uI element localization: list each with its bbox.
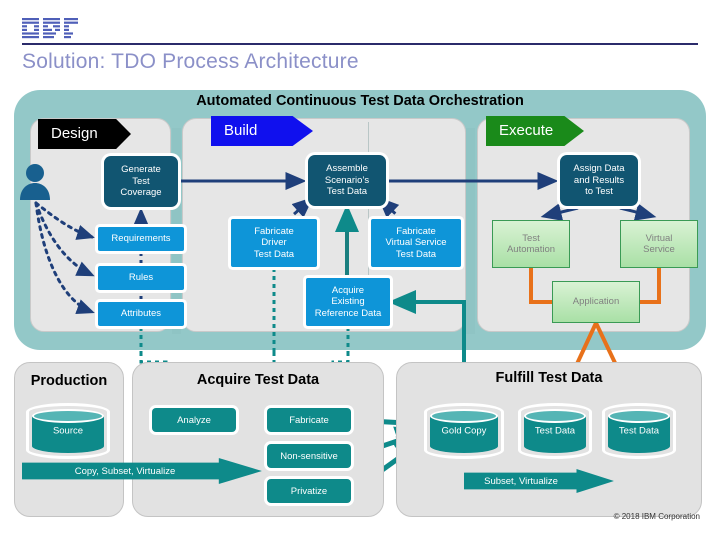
- phase-chevron-design[interactable]: Design: [38, 119, 131, 149]
- line: Test: [132, 175, 150, 187]
- line: Virtual Service: [385, 237, 447, 249]
- node-assemble-scenarios-test-data[interactable]: Assemble Scenario’s Test Data: [308, 155, 386, 206]
- cylinder-label: Source: [52, 425, 84, 437]
- ibm-logo: [22, 18, 78, 40]
- line: Service: [643, 244, 675, 255]
- database-test-data-cylinder-1[interactable]: Test Data: [524, 409, 586, 453]
- acquire-title: Acquire Test Data: [196, 372, 320, 388]
- header-divider: [22, 43, 698, 45]
- line: Coverage: [120, 187, 162, 199]
- line: Acquire: [331, 284, 365, 296]
- line: Test Data: [253, 248, 295, 260]
- user-persona-icon: [18, 162, 52, 202]
- node-rules[interactable]: Rules: [98, 266, 184, 290]
- node-fabricate-virtual-service-test-data[interactable]: Fabricate Virtual Service Test Data: [371, 219, 461, 267]
- node-generate-test-coverage[interactable]: Generate Test Coverage: [104, 156, 178, 207]
- cylinder-label: Gold Copy: [441, 425, 487, 437]
- line: and Results: [573, 174, 625, 186]
- phase-chevron-execute[interactable]: Execute: [486, 116, 584, 146]
- line: Test Data: [395, 248, 437, 260]
- line: Assemble: [326, 163, 368, 175]
- line: Driver: [261, 237, 287, 249]
- orchestration-title: Automated Continuous Test Data Orchestra…: [196, 93, 524, 109]
- node-virtual-service[interactable]: Virtual Service: [620, 220, 698, 268]
- node-application[interactable]: Application: [552, 281, 640, 323]
- production-title: Production: [30, 373, 108, 389]
- node-test-automation[interactable]: Test Automation: [492, 220, 570, 268]
- line: to Test: [585, 186, 613, 198]
- cylinder-label: Test Data: [618, 425, 660, 437]
- line: Fabricate: [396, 225, 436, 237]
- line: Generate: [121, 164, 161, 176]
- node-acquire-existing-reference-data[interactable]: Acquire Existing Reference Data: [306, 278, 390, 326]
- line: Automation: [506, 244, 556, 255]
- line: Test: [522, 232, 540, 244]
- line: Virtual: [645, 232, 673, 244]
- line: Assign Data: [573, 163, 625, 175]
- line: Reference Data: [314, 307, 382, 319]
- box-privatize[interactable]: Privatize: [267, 479, 351, 503]
- node-fabricate-driver-test-data[interactable]: Fabricate Driver Test Data: [231, 219, 317, 267]
- node-assign-data-and-results-to-test[interactable]: Assign Data and Results to Test: [560, 155, 638, 206]
- line: Fabricate: [254, 225, 294, 237]
- fulfill-title: Fulfill Test Data: [495, 370, 603, 386]
- box-non-sensitive[interactable]: Non-sensitive: [267, 444, 351, 468]
- line: Existing: [331, 296, 365, 308]
- phase-chevron-build[interactable]: Build: [211, 116, 313, 146]
- node-attributes[interactable]: Attributes: [98, 302, 184, 326]
- cylinder-label: Test Data: [534, 425, 576, 437]
- slide: Solution: TDO Process Architecture Autom…: [0, 0, 720, 540]
- box-analyze[interactable]: Analyze: [152, 408, 236, 432]
- database-test-data-cylinder-2[interactable]: Test Data: [608, 409, 670, 453]
- line: Scenario’s: [324, 174, 370, 186]
- design-panel: [30, 118, 171, 332]
- database-source-cylinder[interactable]: Source: [32, 409, 104, 453]
- box-fabricate[interactable]: Fabricate: [267, 408, 351, 432]
- node-requirements[interactable]: Requirements: [98, 227, 184, 251]
- database-gold-copy-cylinder[interactable]: Gold Copy: [430, 409, 498, 453]
- copyright-text: © 2018 IBM Corporation: [613, 512, 700, 521]
- line: Test Data: [326, 186, 368, 198]
- page-title: Solution: TDO Process Architecture: [22, 50, 359, 73]
